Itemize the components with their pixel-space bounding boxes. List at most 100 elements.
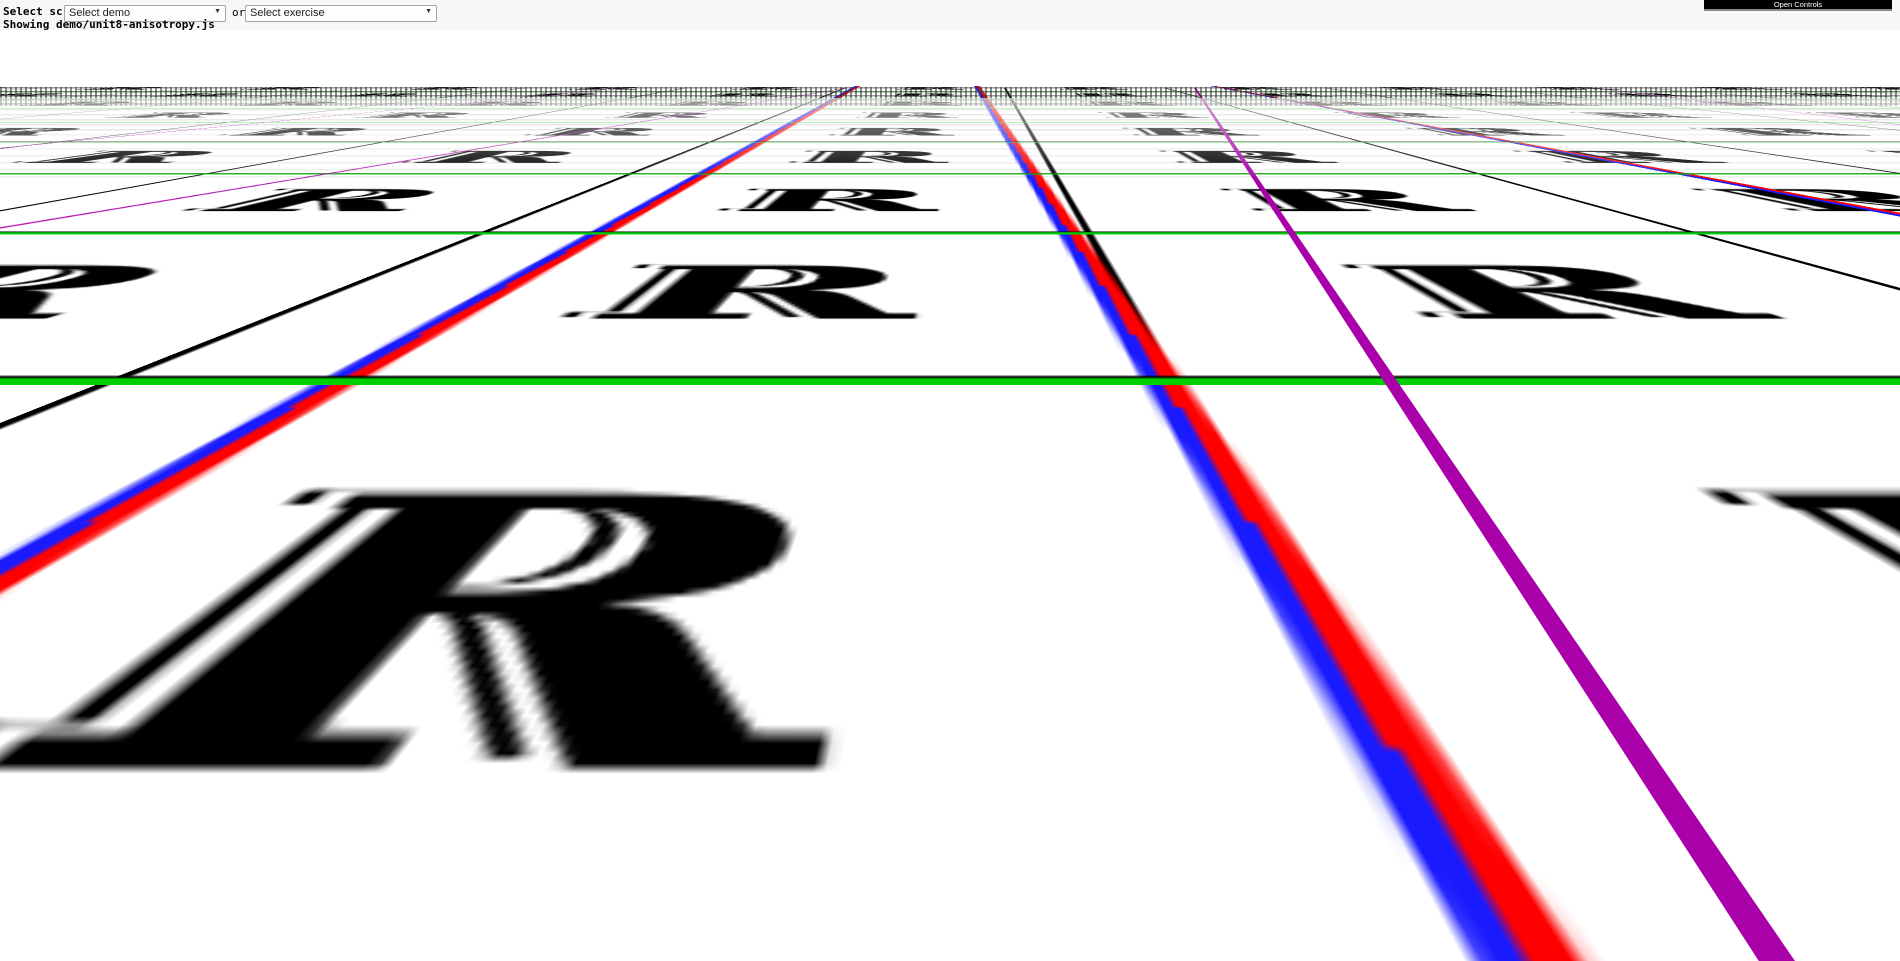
grid-row-line-green — [0, 121, 1900, 123]
toolbar: Select script: Select demo ▼ or Select e… — [0, 0, 1900, 31]
tile-letter: RRR — [1074, 100, 1178, 107]
tile-letter-face: R — [829, 126, 956, 139]
tile-letter-face: R — [539, 254, 927, 342]
grid-column-line — [770, 30, 1006, 88]
tile-letter-face: R — [897, 86, 964, 91]
tile-letter-face: R — [1160, 148, 1351, 168]
tile-letter: RRR — [77, 111, 263, 119]
tile-letter: RRR — [1553, 111, 1728, 119]
open-controls-button[interactable]: Open Controls — [1704, 0, 1892, 11]
tile-letter: RRR — [692, 92, 788, 98]
tile-letter: RRR — [0, 447, 883, 948]
tile-letter-face: R — [698, 92, 788, 98]
tile-letter-face: R — [787, 148, 951, 168]
showing-script-status: Showing demo/unit8-anisotropy.js — [3, 18, 215, 31]
tile-letter: RRR — [726, 86, 809, 91]
tile-letter-face: R — [874, 100, 961, 107]
tile-letter: RRR — [61, 86, 187, 91]
tile-letter: RRR — [1062, 92, 1151, 98]
tile-letter: RRR — [1113, 126, 1267, 139]
tile-letter-face: R — [321, 92, 439, 98]
grid-column-line — [0, 30, 1900, 88]
tile-letter: RRR — [333, 111, 495, 120]
tile-letter: RRR — [1411, 92, 1528, 98]
tile-letter-face: R — [887, 92, 963, 98]
tile-letter-face: R — [1123, 126, 1267, 139]
tile-letter: RRR — [508, 253, 927, 342]
tile-letter-face: R — [855, 111, 959, 120]
tile-letter: RRR — [393, 86, 497, 90]
tile-letter: RRR — [127, 92, 264, 98]
grid-column-line — [844, 30, 1847, 88]
tile-letter: RRR — [1363, 86, 1463, 90]
tile-letter: RRR — [1666, 126, 1895, 138]
tile-letter-face: R — [1401, 126, 1582, 139]
grid-column-line — [0, 30, 1486, 88]
magenta-diagonal-line — [621, 30, 1900, 89]
tile-letter: RRR — [1870, 101, 1900, 107]
grid-column-line — [0, 30, 1646, 88]
tile-letter-face: R — [1081, 100, 1178, 107]
tile-letter: RRR — [1829, 86, 1900, 91]
grid-column-line — [0, 30, 1166, 88]
tile-letter-face: R — [221, 100, 363, 107]
grid-row-line-green — [0, 173, 1900, 175]
anisotropy-3d-scene: RRRRRRRRRRRRRRRRRRRRRRRRRRRRRRRRRRRRRRRR… — [0, 30, 1900, 961]
tile-letter: RRR — [1671, 101, 1830, 107]
magenta-diagonal-line — [0, 30, 1596, 89]
tile-letter-face: R — [3, 100, 164, 107]
grid-column-line — [0, 30, 1326, 88]
exercise-select[interactable]: Select exercise — [245, 4, 437, 22]
tile-letter-face: R — [731, 86, 809, 91]
textured-floor-plane: RRRRRRRRRRRRRRRRRRRRRRRRRRRRRRRRRRRRRRRR… — [0, 30, 1900, 961]
floor-tile: RRR — [1007, 91, 1204, 99]
tile-letter: RRR — [191, 126, 400, 138]
grid-row-line-green — [0, 231, 1900, 235]
red-blue-axis-band — [801, 30, 980, 87]
tile-letter-face: R — [1835, 86, 1900, 91]
tile-letter-face: R — [132, 92, 264, 98]
magenta-diagonal-line — [1032, 30, 1197, 89]
tile-letter: RRR — [214, 100, 363, 107]
red-blue-axis-band — [854, 30, 1323, 87]
tile-letter: RRR — [1147, 148, 1351, 168]
grid-column-line — [204, 30, 1900, 88]
tile-letter: RRR — [818, 126, 956, 139]
grid-column-line — [0, 30, 1900, 88]
webgl-canvas[interactable]: RRRRRRRRRRRRRRRRRRRRRRRRRRRRRRRRRRRRRRRR… — [0, 30, 1900, 961]
tile-letter: RRR — [227, 86, 342, 90]
tile-letter: RRR — [1834, 148, 1900, 168]
magenta-diagonal-line — [845, 30, 1900, 89]
tile-letter: RRR — [1607, 447, 1900, 948]
tile-letter-face: R — [341, 111, 495, 120]
red-blue-axis-band — [0, 30, 1216, 87]
tile-letter-face: R — [1418, 92, 1528, 98]
tile-letter: RRR — [773, 148, 951, 168]
tile-letter-face: R — [1767, 92, 1900, 98]
tile-letter: RRR — [1390, 126, 1582, 139]
tile-letter: RRR — [866, 100, 961, 107]
tile-letter-face: R — [65, 86, 187, 91]
grid-column-line — [364, 30, 1900, 88]
tile-letter: RRR — [1674, 86, 1796, 90]
tile-letter: RRR — [0, 148, 261, 168]
tile-letter: RRR — [1053, 86, 1130, 90]
grid-column-line — [524, 30, 1900, 88]
tile-letter: RRR — [1656, 184, 1900, 220]
grid-column-line — [0, 30, 1806, 88]
tile-letter: RRR — [881, 92, 963, 98]
grid-row-line-green — [0, 141, 1900, 143]
grid-column-line — [0, 30, 1900, 88]
tile-letter: RRR — [846, 111, 959, 120]
exercise-select-wrapper: Select exercise ▼ — [245, 3, 437, 22]
tile-letter: RRR — [1091, 111, 1214, 119]
tile-letter: RRR — [1760, 92, 1900, 98]
tile-letter-face: R — [1068, 92, 1151, 98]
tile-letter-face: R — [0, 254, 255, 342]
tile-letter: RRR — [693, 184, 942, 220]
grid-column-line — [0, 30, 1900, 88]
tile-letter: RRR — [0, 100, 164, 107]
tile-letter: RRR — [0, 253, 255, 342]
or-label: or — [232, 6, 246, 19]
tile-letter-face: R — [0, 126, 124, 139]
